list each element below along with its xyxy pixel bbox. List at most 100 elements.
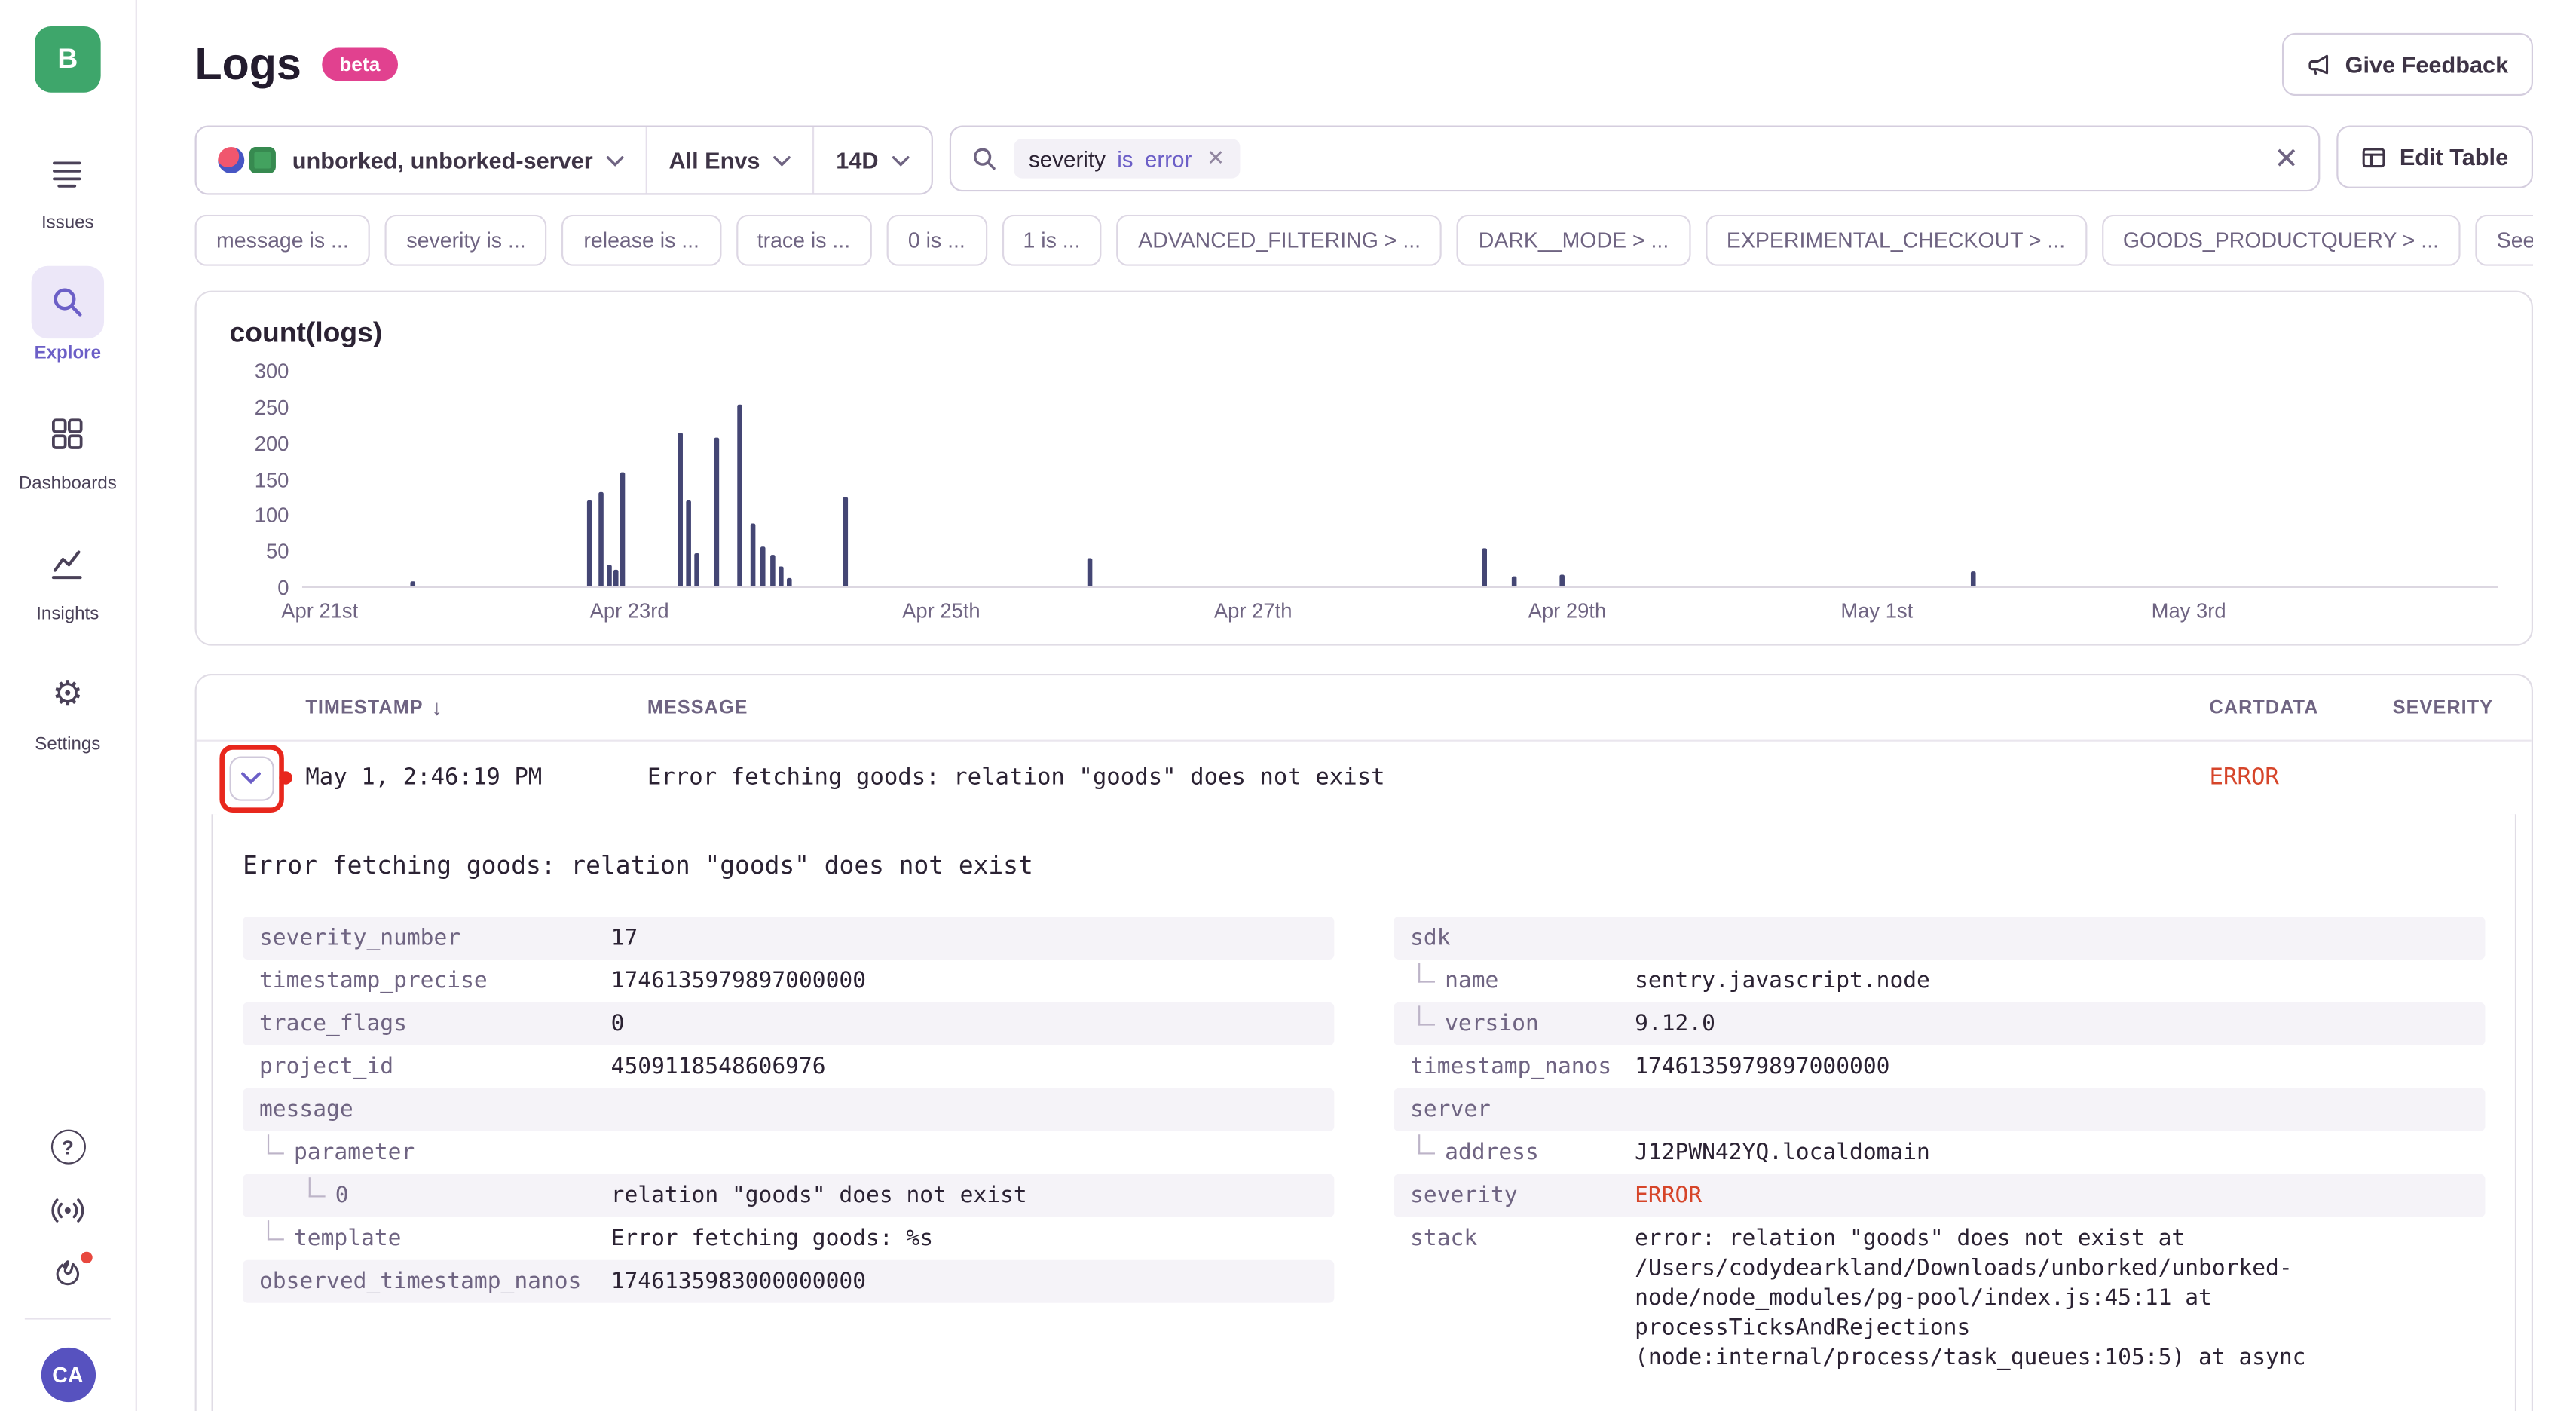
project-platform-icon [249,147,276,173]
chart-bar [607,565,613,586]
detail-value: ERROR [1635,1181,2468,1211]
environment-selector-label: All Envs [668,147,760,173]
broadcast-icon[interactable] [50,1192,86,1229]
y-tick-label: 150 [255,468,289,491]
sidebar-item-label: Explore [35,344,101,363]
sidebar-item-settings[interactable]: ⚙ Settings [32,657,104,754]
column-header-timestamp[interactable]: TIMESTAMP ↓ [305,695,647,720]
sidebar-item-issues[interactable]: Issues [32,136,104,233]
filter-chip[interactable]: severity is ... [385,215,547,266]
sort-desc-icon: ↓ [432,695,443,720]
y-tick-label: 200 [255,432,289,455]
page-filter-group: unborked, unborked-server All Envs 14D [195,126,933,195]
app-root: B Issues Explore Dashboards [0,0,2576,1411]
chart-bar [1512,576,1517,586]
chart-bar [620,473,626,586]
x-axis: Apr 21stApr 23rdApr 25thApr 27thApr 29th… [302,588,2498,628]
detail-value: 1746135979897000000 [1635,1052,2468,1082]
detail-key: timestamp_precise [259,966,611,996]
detail-key: address [1410,1138,1635,1168]
filter-chip[interactable]: 1 is ... [1002,215,1102,266]
detail-row: severity_number17 [243,917,1334,960]
notification-dot [81,1252,92,1263]
search-clear-icon[interactable]: ✕ [2274,144,2299,173]
detail-key: message [259,1095,611,1125]
give-feedback-label: Give Feedback [2345,51,2509,78]
detail-key: server [1410,1095,1635,1125]
give-feedback-button[interactable]: Give Feedback [2282,33,2533,96]
filter-chip[interactable]: ADVANCED_FILTERING > ... [1117,215,1442,266]
help-icon[interactable]: ? [50,1130,85,1165]
detail-key: severity_number [259,923,611,953]
detail-row: version9.12.0 [1394,1002,2485,1045]
detail-row: project_id4509118548606976 [243,1045,1334,1088]
filter-chip[interactable]: EXPERIMENTAL_CHECKOUT > ... [1705,215,2086,266]
whats-new-fire-icon[interactable] [51,1256,84,1290]
project-selector[interactable]: unborked, unborked-server [197,127,646,194]
detail-row: severityERROR [1394,1174,2485,1217]
detail-row: message [243,1088,1334,1131]
detail-value: 4509118548606976 [611,1052,1318,1082]
detail-key: template [259,1224,611,1253]
x-tick-label: May 1st [1840,599,1913,623]
filter-chip[interactable]: release is ... [562,215,721,266]
filter-chip[interactable]: DARK__MODE > ... [1457,215,1690,266]
token-remove-icon[interactable]: ✕ [1207,145,1225,172]
detail-key: trace_flags [259,1009,611,1039]
sidebar-item-insights[interactable]: Insights [32,527,104,624]
detail-key: stack [1410,1224,1635,1253]
y-tick-label: 250 [255,396,289,419]
x-tick-label: Apr 29th [1528,599,1607,623]
chart-bar [598,491,604,586]
token-value: error [1145,146,1192,171]
detail-row: sdk [1394,917,2485,960]
filter-chip[interactable]: GOODS_PRODUCTQUERY > ... [2101,215,2460,266]
page-header: Logs beta Give Feedback [195,33,2533,96]
page-title: Logs [195,38,301,90]
expand-row-button[interactable] [228,755,273,800]
chart-bar [750,523,755,586]
tree-elbow-icon [1418,1134,1435,1154]
detail-key: parameter [259,1138,611,1168]
detail-row: 0relation "goods" does not exist [243,1174,1334,1217]
chart-title: count(logs) [230,317,2498,350]
project-platform-icon [218,147,244,173]
edit-table-button[interactable]: Edit Table [2337,126,2533,188]
see-full-list-chip[interactable]: See full list [2475,215,2533,266]
filter-chip[interactable]: trace is ... [736,215,871,266]
table-icon [2361,145,2386,170]
y-tick-label: 0 [277,577,289,600]
sidebar-item-explore[interactable]: Explore [32,266,104,363]
detail-row: templateError fetching goods: %s [243,1217,1334,1260]
y-tick-label: 300 [255,360,289,384]
tree-elbow-icon [1418,1005,1435,1025]
chevron-down-icon [773,155,791,166]
search-input[interactable]: severity is error ✕ ✕ [950,126,2321,192]
org-logo[interactable]: B [35,26,101,93]
column-header-message[interactable]: MESSAGE [647,698,2210,718]
filter-chip[interactable]: message is ... [195,215,371,266]
detail-row: trace_flags0 [243,1002,1334,1045]
detail-row: addressJ12PWN42YQ.localdomain [1394,1131,2485,1174]
detail-value: 1746135983000000000 [611,1266,1318,1296]
filter-chip[interactable]: 0 is ... [886,215,987,266]
date-range-selector[interactable]: 14D [813,127,932,194]
sidebar-item-label: Dashboards [19,474,117,494]
environment-selector[interactable]: All Envs [646,127,813,194]
logs-table-header: TIMESTAMP ↓ MESSAGE CARTDATA SEVERITY [197,675,2532,742]
sidebar-item-dashboards[interactable]: Dashboards [19,396,117,494]
column-header-cartdata[interactable]: CARTDATA [2210,698,2393,718]
detail-row: parameter [243,1131,1334,1174]
edit-table-label: Edit Table [2400,144,2508,170]
detail-value: 9.12.0 [1635,1009,2468,1039]
token-key: severity [1029,146,1106,171]
chart-bar [695,554,700,586]
chart-bar [587,501,592,586]
project-selector-label: unborked, unborked-server [292,147,593,173]
chart-bar [687,501,692,586]
megaphone-icon [2307,52,2332,77]
detail-row: server [1394,1088,2485,1131]
column-header-severity[interactable]: SEVERITY [2393,698,2532,718]
user-avatar[interactable]: CA [41,1348,95,1402]
search-filter-token[interactable]: severity is error ✕ [1014,139,1239,179]
